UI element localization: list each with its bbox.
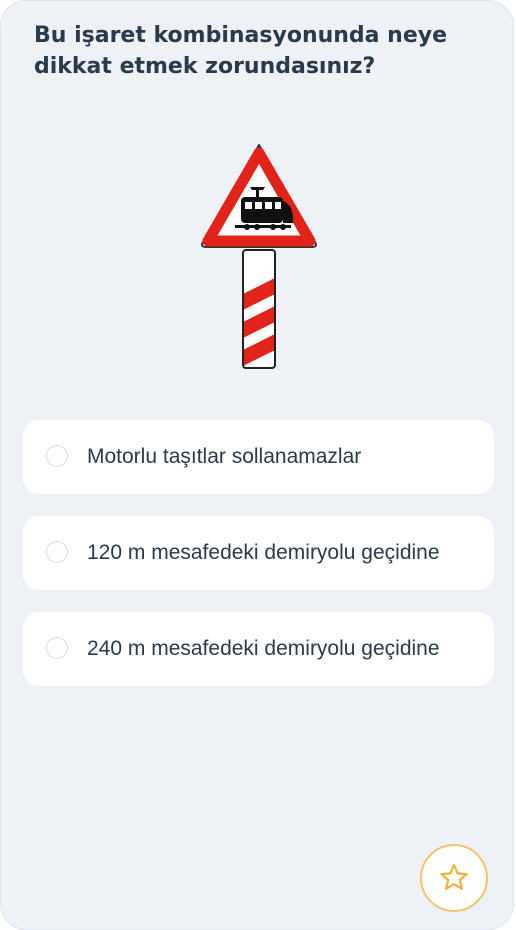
answer-option-1[interactable]: Motorlu taşıtlar sollanamazlar: [23, 420, 494, 494]
answer-option-label: Motorlu taşıtlar sollanamazlar: [87, 445, 362, 468]
railroad-crossing-warning-sign-icon: [201, 144, 317, 369]
radio-button[interactable]: [46, 541, 68, 563]
favorite-button[interactable]: [420, 844, 488, 912]
question-text: Bu işaret kombinasyonunda neye dikkat et…: [34, 23, 448, 79]
answer-option-label: 120 m mesafedeki demiryolu geçidine: [87, 541, 440, 564]
question-card: Bu işaret kombinasyonunda neye dikkat et…: [0, 0, 514, 930]
answer-option-2[interactable]: 120 m mesafedeki demiryolu geçidine: [23, 516, 494, 590]
radio-button[interactable]: [46, 637, 68, 659]
radio-button[interactable]: [46, 445, 68, 467]
star-icon: [440, 863, 468, 890]
answer-option-label: 240 m mesafedeki demiryolu geçidine: [87, 637, 440, 660]
answer-option-3[interactable]: 240 m mesafedeki demiryolu geçidine: [23, 612, 494, 686]
